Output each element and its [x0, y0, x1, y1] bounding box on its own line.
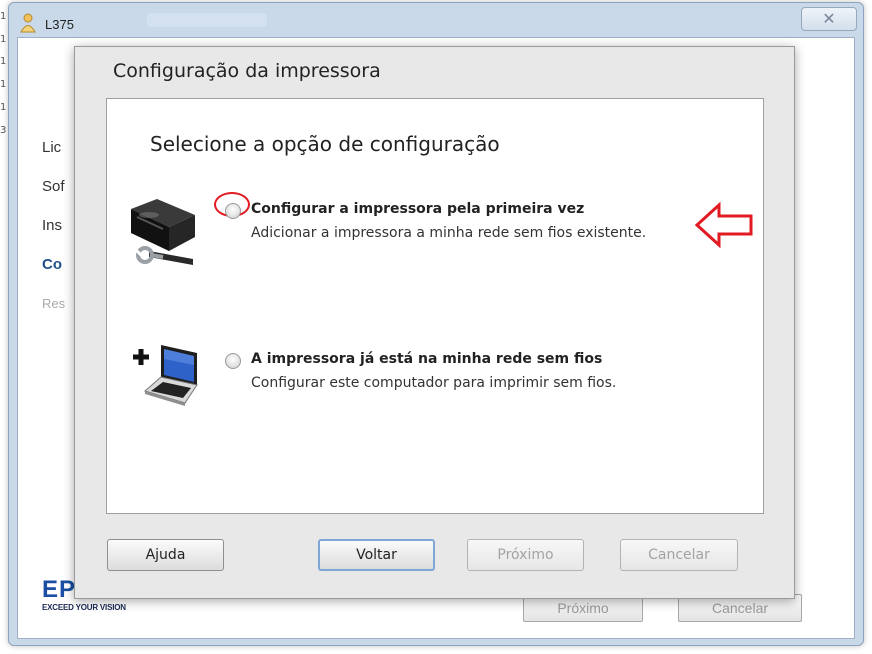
help-button[interactable]: Ajuda: [107, 539, 224, 571]
plus-laptop-icon: [133, 345, 198, 406]
dialog-content-panel: Selecione a opção de configuração Config…: [106, 98, 764, 514]
installer-title-blur: [147, 13, 267, 27]
next-button[interactable]: Próximo: [467, 539, 584, 571]
installer-titlebar: L375 ✕: [9, 3, 863, 37]
brand-tagline: EXCEED YOUR VISION: [42, 603, 126, 612]
option-first-time-radio[interactable]: [225, 203, 241, 219]
installer-app-icon: [20, 13, 36, 33]
edge-marks: 1 1 1 1 1 3: [0, 11, 7, 136]
installer-close-button[interactable]: ✕: [801, 7, 857, 31]
panel-heading: Selecione a opção de configuração: [150, 132, 500, 156]
cancel-button[interactable]: Cancelar: [620, 539, 738, 571]
desktop: 1 1 1 1 1 3 L375 ✕ Lic Sof Ins Co Res EP…: [0, 0, 872, 654]
option-already-on-network-title: A impressora já está na minha rede sem f…: [251, 351, 603, 367]
option-first-time-title: Configurar a impressora pela primeira ve…: [251, 201, 585, 217]
option-first-time-description: Adicionar a impressora a minha rede sem …: [251, 225, 647, 241]
option-already-on-network-description: Configurar este computador para imprimir…: [251, 375, 617, 391]
printer-wrench-icon: [131, 199, 195, 265]
dialog-title: Configuração da impressora: [113, 60, 381, 82]
installer-title: L375: [45, 17, 74, 32]
left-arrow-outline-icon: [695, 202, 753, 248]
printer-setup-dialog: Configuração da impressora Selecione a o…: [74, 46, 795, 599]
option-already-on-network-radio[interactable]: [225, 353, 241, 369]
back-button[interactable]: Voltar: [318, 539, 435, 571]
